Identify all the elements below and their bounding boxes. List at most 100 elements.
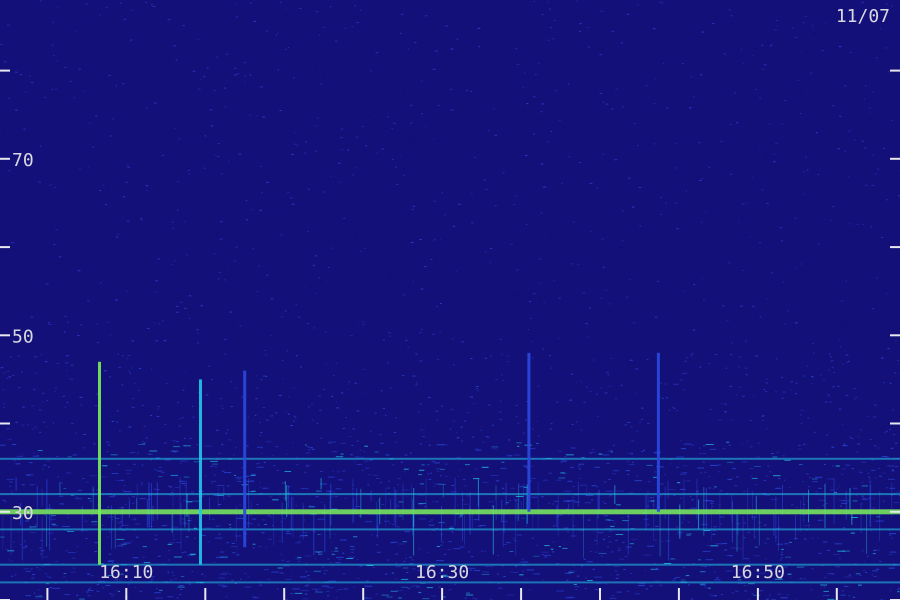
noise-speck — [109, 135, 113, 137]
band-streak — [142, 442, 145, 444]
noise-speck — [740, 305, 743, 307]
band-streak — [305, 464, 311, 466]
noise-speck — [785, 181, 788, 183]
noise-speck — [164, 339, 167, 341]
noise-speck — [57, 476, 59, 478]
noise-speck — [119, 430, 121, 432]
noise-speck — [507, 355, 509, 357]
band-streak — [616, 504, 621, 506]
noise-speck — [863, 147, 867, 149]
noise-speck — [298, 253, 301, 255]
noise-speck — [0, 339, 3, 341]
noise-speck — [567, 292, 570, 294]
band-streak — [173, 446, 180, 448]
noise-speck — [812, 27, 814, 29]
noise-speck — [295, 464, 299, 466]
noise-speck — [728, 9, 731, 11]
noise-speck — [197, 38, 200, 40]
band-streak — [574, 589, 578, 590]
noise-speck — [589, 390, 592, 392]
noise-speck — [781, 195, 783, 196]
noise-speck — [738, 386, 741, 388]
noise-speck — [895, 239, 898, 241]
noise-speck — [160, 51, 164, 53]
noise-speck — [216, 429, 219, 431]
noise-speck — [116, 410, 119, 412]
noise-speck — [531, 341, 533, 343]
vertical-streak — [121, 506, 123, 525]
noise-speck — [679, 293, 682, 295]
noise-speck — [740, 268, 743, 270]
noise-speck — [438, 104, 440, 106]
noise-speck — [599, 54, 603, 56]
noise-speck — [792, 27, 794, 29]
noise-speck — [839, 557, 841, 559]
noise-speck — [395, 417, 397, 419]
noise-speck — [236, 73, 240, 75]
noise-speck — [571, 423, 574, 425]
noise-speck — [564, 324, 567, 326]
band-streak — [337, 589, 343, 590]
band-streak — [606, 462, 610, 464]
noise-speck — [867, 298, 869, 300]
noise-speck — [392, 279, 395, 281]
noise-speck — [707, 476, 711, 478]
noise-speck — [419, 360, 423, 362]
noise-speck — [837, 162, 840, 164]
noise-speck — [765, 378, 768, 380]
noise-speck — [224, 338, 227, 340]
noise-speck — [47, 517, 49, 519]
noise-speck — [766, 156, 768, 158]
band-streak — [53, 538, 56, 540]
noise-speck — [186, 292, 188, 294]
vertical-streak — [352, 478, 354, 524]
noise-speck — [22, 278, 26, 280]
noise-speck — [466, 250, 468, 251]
noise-speck — [51, 309, 53, 311]
noise-speck — [13, 105, 15, 107]
noise-speck — [578, 468, 581, 470]
noise-speck — [60, 482, 63, 484]
band-streak — [346, 558, 354, 559]
noise-speck — [143, 425, 146, 427]
noise-speck — [194, 538, 196, 539]
noise-speck — [295, 505, 297, 507]
noise-speck — [739, 110, 743, 112]
noise-speck — [525, 578, 528, 580]
noise-speck — [102, 148, 105, 149]
band-streak — [403, 468, 409, 470]
noise-speck — [255, 375, 257, 377]
noise-speck — [354, 167, 356, 169]
noise-speck — [794, 37, 797, 38]
noise-speck — [451, 484, 454, 486]
noise-speck — [623, 305, 627, 307]
noise-speck — [646, 207, 649, 208]
noise-speck — [231, 579, 234, 581]
noise-speck — [139, 590, 143, 592]
band-streak — [159, 466, 162, 468]
noise-speck — [784, 100, 787, 102]
noise-speck — [239, 504, 242, 506]
noise-speck — [779, 227, 783, 229]
band-streak — [212, 463, 218, 465]
x-tick — [441, 588, 444, 600]
band-streak — [742, 490, 746, 492]
noise-speck — [67, 321, 69, 323]
noise-speck — [100, 243, 104, 245]
noise-speck — [68, 314, 70, 316]
noise-speck — [502, 379, 505, 381]
noise-speck — [782, 281, 784, 283]
noise-speck — [716, 577, 719, 579]
noise-speck — [730, 210, 734, 212]
band-streak — [831, 446, 835, 448]
band-streak — [179, 460, 188, 462]
noise-speck — [752, 395, 754, 397]
noise-speck — [395, 247, 397, 249]
noise-speck — [247, 153, 250, 155]
noise-speck — [626, 460, 629, 462]
noise-speck — [327, 558, 330, 560]
noise-speck — [154, 534, 158, 536]
noise-speck — [305, 141, 308, 143]
noise-speck — [615, 539, 618, 541]
noise-speck — [130, 225, 133, 227]
